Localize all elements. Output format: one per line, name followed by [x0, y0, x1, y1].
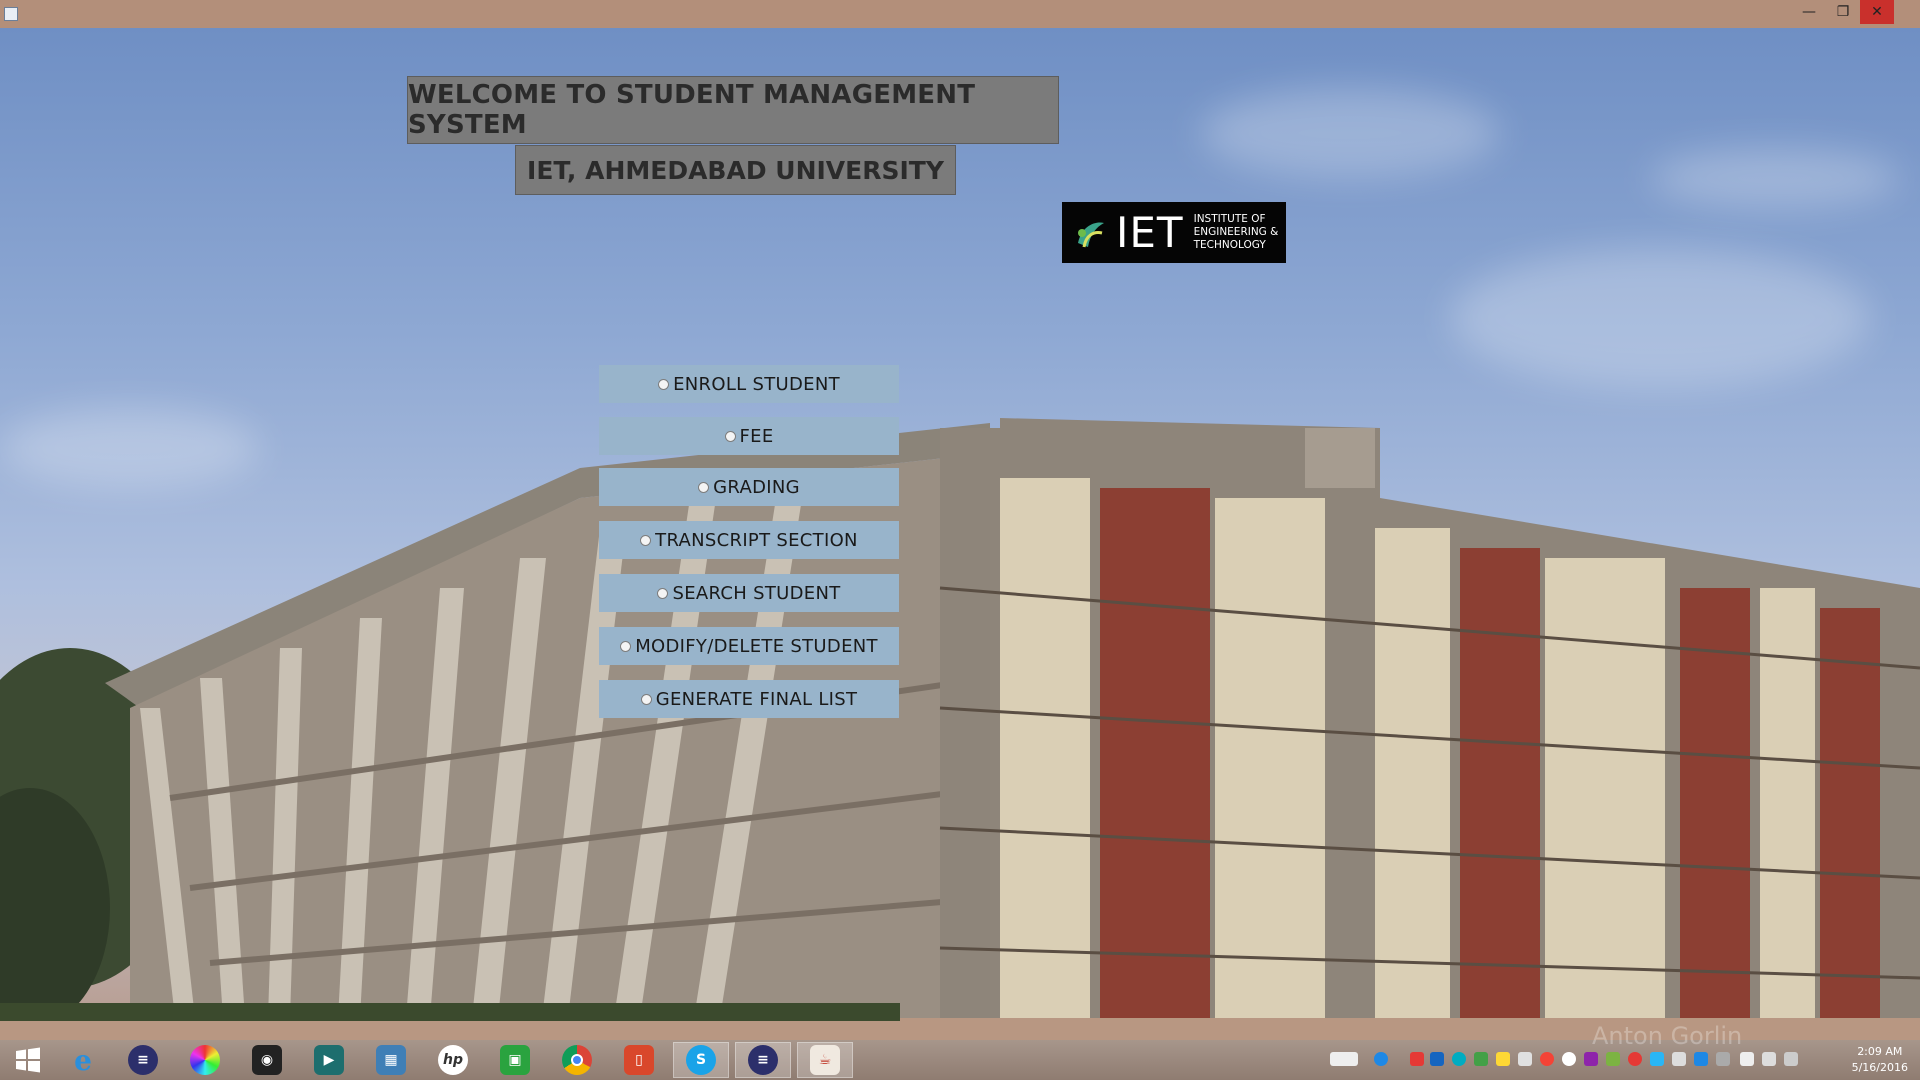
radio-icon[interactable]: [658, 378, 670, 390]
radio-icon[interactable]: [640, 693, 652, 705]
hp-icon: hp: [438, 1045, 468, 1075]
java-app-icon: [4, 7, 18, 21]
chrome-tray-icon[interactable]: [1540, 1052, 1554, 1066]
welcome-title: WELCOME TO STUDENT MANAGEMENT SYSTEM: [407, 76, 1059, 144]
radio-icon[interactable]: [620, 640, 632, 652]
maximize-button[interactable]: ❐: [1826, 0, 1860, 24]
iet-leaf-icon: [1078, 222, 1104, 247]
network-app-icon: ▦: [376, 1045, 406, 1075]
tray-app-icon[interactable]: [1430, 1052, 1444, 1066]
onedrive-icon[interactable]: [1562, 1052, 1576, 1066]
taskbar-app[interactable]: ≡: [115, 1042, 171, 1078]
taskbar-app[interactable]: ▶: [301, 1042, 357, 1078]
taskbar-app[interactable]: ≡: [735, 1042, 791, 1078]
chrome-icon: [562, 1045, 592, 1075]
option-label: TRANSCRIPT SECTION: [655, 529, 858, 551]
option-label: ENROLL STUDENT: [673, 373, 840, 395]
option-label: FEE: [739, 425, 774, 447]
clock-date: 5/16/2016: [1851, 1061, 1908, 1074]
logo-line-1: INSTITUTE OF: [1193, 213, 1266, 225]
tray-app-icon[interactable]: [1694, 1052, 1708, 1066]
search-student-option[interactable]: SEARCH STUDENT: [599, 574, 899, 612]
taskbar-app[interactable]: e: [55, 1042, 111, 1078]
windows-start-icon: [16, 1047, 40, 1073]
tray-app-icon[interactable]: [1410, 1052, 1424, 1066]
office-icon: ▯: [624, 1045, 654, 1075]
tray-app-icon[interactable]: [1474, 1052, 1488, 1066]
radio-icon[interactable]: [657, 587, 669, 599]
keyboard-icon[interactable]: [1330, 1052, 1358, 1066]
fee-option[interactable]: FEE: [599, 417, 899, 455]
logo-line-3: TECHNOLOGY: [1193, 239, 1266, 251]
enroll-student-option[interactable]: ENROLL STUDENT: [599, 365, 899, 403]
help-icon[interactable]: [1374, 1052, 1388, 1066]
store-icon: ▣: [500, 1045, 530, 1075]
tray-app-icon[interactable]: [1628, 1052, 1642, 1066]
option-label: GENERATE FINAL LIST: [655, 688, 858, 710]
color-picker-icon: [190, 1045, 220, 1075]
system-tray: [1330, 1040, 1830, 1080]
modify-delete-student-option[interactable]: MODIFY/DELETE STUDENT: [599, 627, 899, 665]
taskbar-app[interactable]: S: [673, 1042, 729, 1078]
tray-app-icon[interactable]: [1452, 1052, 1466, 1066]
radio-icon[interactable]: [724, 430, 736, 442]
main-window: WELCOME TO STUDENT MANAGEMENT SYSTEM IET…: [0, 28, 1920, 1040]
internet-explorer-icon: e: [74, 1043, 92, 1077]
flag-icon[interactable]: [1672, 1052, 1686, 1066]
window-title-bar: — ❐ ✕: [0, 0, 1920, 28]
taskbar-app[interactable]: ▦: [363, 1042, 419, 1078]
iet-logo: IET INSTITUTE OF ENGINEERING & TECHNOLOG…: [1062, 202, 1286, 263]
system-clock[interactable]: 2:09 AM 5/16/2016: [1852, 1044, 1908, 1076]
radio-icon[interactable]: [698, 481, 710, 493]
taskbar-app[interactable]: [177, 1042, 233, 1078]
logo-line-2: ENGINEERING &: [1193, 226, 1279, 238]
taskbar-app[interactable]: ◉: [239, 1042, 295, 1078]
minimize-button[interactable]: —: [1792, 0, 1826, 24]
tray-app-icon[interactable]: [1650, 1052, 1664, 1066]
skype-icon: S: [686, 1045, 716, 1075]
network-icon[interactable]: [1762, 1052, 1776, 1066]
battery-icon[interactable]: [1784, 1052, 1798, 1066]
tray-app-icon[interactable]: [1518, 1052, 1532, 1066]
grading-option[interactable]: GRADING: [599, 468, 899, 506]
option-label: MODIFY/DELETE STUDENT: [635, 635, 878, 657]
java-icon: ☕: [810, 1045, 840, 1075]
tray-app-icon[interactable]: [1496, 1052, 1510, 1066]
camera-app-icon: ◉: [252, 1045, 282, 1075]
volume-icon[interactable]: [1740, 1052, 1754, 1066]
university-subtitle: IET, AHMEDABAD UNIVERSITY: [515, 145, 956, 195]
start-button[interactable]: [0, 1042, 56, 1078]
tray-app-icon[interactable]: [1584, 1052, 1598, 1066]
logo-wordmark: IET: [1116, 208, 1184, 257]
video-app-icon: ▶: [314, 1045, 344, 1075]
radio-icon[interactable]: [640, 534, 652, 546]
generate-final-list-option[interactable]: GENERATE FINAL LIST: [599, 680, 899, 718]
eclipse-icon: ≡: [748, 1045, 778, 1075]
taskbar-app[interactable]: hp: [425, 1042, 481, 1078]
logo-tagline: INSTITUTE OF ENGINEERING & TECHNOLOGY: [1194, 213, 1279, 252]
taskbar-app[interactable]: ▣: [487, 1042, 543, 1078]
option-label: SEARCH STUDENT: [672, 582, 841, 604]
tray-app-icon[interactable]: [1716, 1052, 1730, 1066]
tray-app-icon[interactable]: [1606, 1052, 1620, 1066]
clock-time: 2:09 AM: [1857, 1045, 1903, 1058]
option-label: GRADING: [713, 476, 800, 498]
taskbar-app[interactable]: ☕: [797, 1042, 853, 1078]
transcript-section-option[interactable]: TRANSCRIPT SECTION: [599, 521, 899, 559]
eclipse-icon: ≡: [128, 1045, 158, 1075]
watermark-text: Anton Gorlin: [1592, 1022, 1743, 1050]
close-button[interactable]: ✕: [1860, 0, 1894, 24]
taskbar-app[interactable]: [549, 1042, 605, 1078]
taskbar-app[interactable]: ▯: [611, 1042, 667, 1078]
campus-building-background-image: [0, 418, 1920, 1040]
